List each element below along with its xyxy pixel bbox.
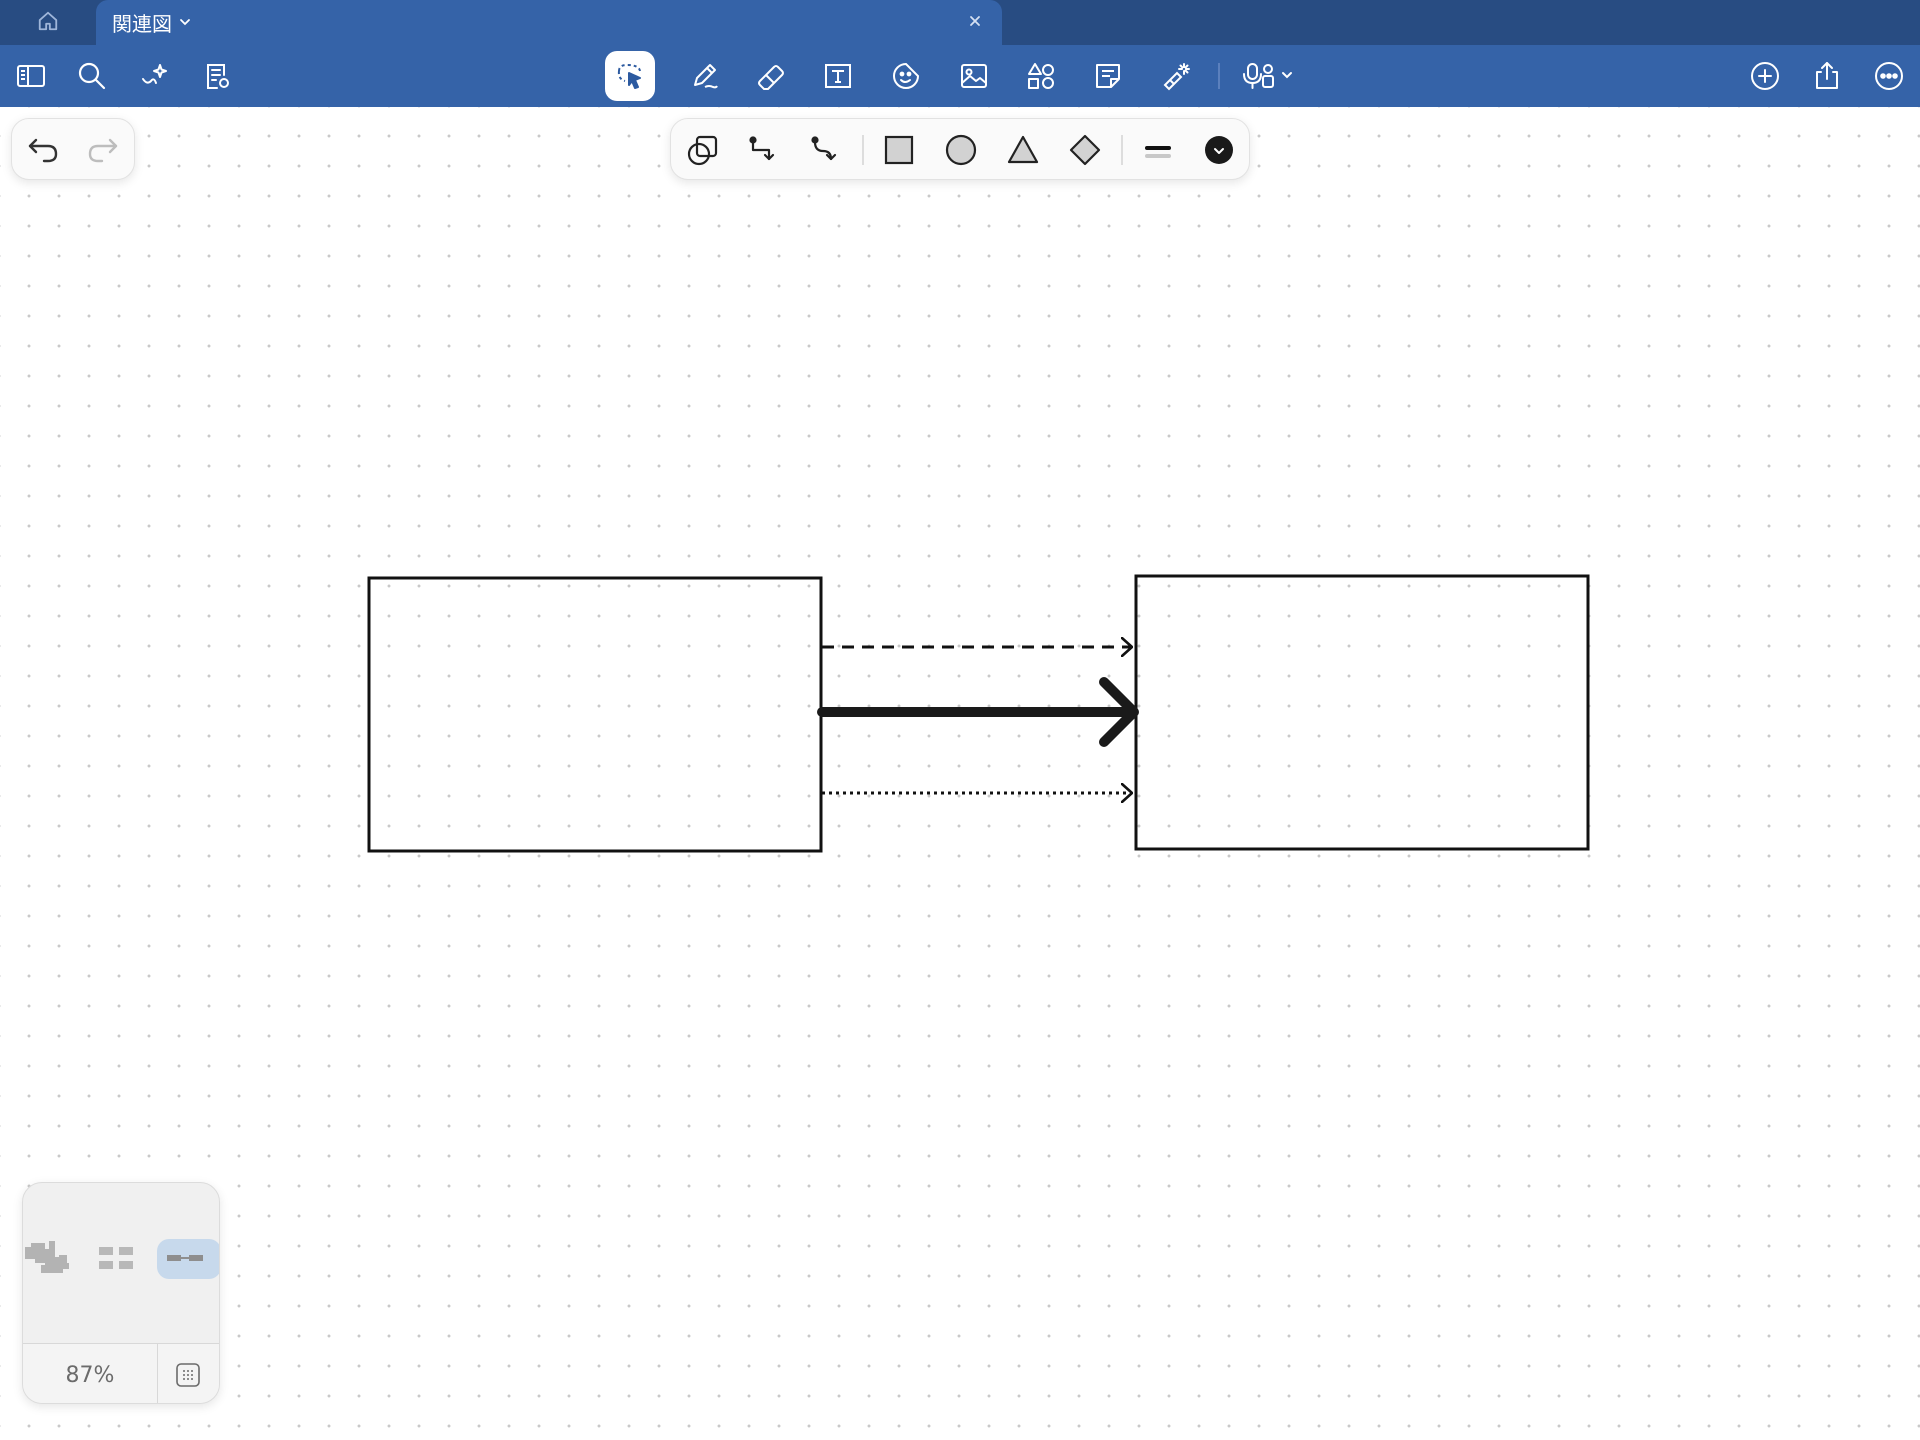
close-tab-button[interactable] xyxy=(964,11,986,33)
toolbar-divider xyxy=(1218,63,1220,89)
shape-recognition-icon xyxy=(687,135,718,166)
color-picker-icon xyxy=(1205,136,1233,164)
close-icon xyxy=(968,13,982,32)
grid-toggle-icon xyxy=(176,1363,200,1387)
right-box[interactable] xyxy=(1134,574,1590,851)
shapes-tool[interactable] xyxy=(1016,51,1066,101)
sticky-note-icon xyxy=(1096,64,1120,88)
line-weight-button[interactable] xyxy=(1133,126,1183,174)
minimap-footer: 87% xyxy=(23,1343,219,1403)
house-icon xyxy=(37,10,59,36)
curved-connector-icon xyxy=(811,136,837,161)
undo-redo-palette xyxy=(11,118,135,180)
document-title-group[interactable]: 関連図 xyxy=(112,9,192,36)
pen-icon xyxy=(694,64,718,89)
triangle-button[interactable] xyxy=(998,126,1048,174)
sidebar-icon xyxy=(17,65,45,87)
share-button[interactable] xyxy=(1802,51,1852,101)
image-icon xyxy=(961,64,987,88)
undo-button[interactable] xyxy=(18,126,68,174)
page-minimap[interactable]: 87% xyxy=(22,1182,220,1404)
more-icon xyxy=(1875,62,1903,90)
share-icon xyxy=(1816,62,1838,89)
rectangle-icon xyxy=(884,135,914,165)
diamond-icon xyxy=(1069,134,1101,166)
lasso-select-tool[interactable] xyxy=(605,51,655,101)
diamond-button[interactable] xyxy=(1060,126,1110,174)
minimap-thumbnail xyxy=(25,1239,219,1279)
palette-divider xyxy=(1121,135,1123,165)
laser-pointer-icon xyxy=(1163,63,1190,91)
ai-button[interactable] xyxy=(130,51,180,101)
document-tab[interactable]: 関連図 xyxy=(96,0,1002,45)
laser-pointer-tool[interactable] xyxy=(1151,51,1201,101)
redo-button[interactable] xyxy=(78,126,128,174)
curved-connector-button[interactable] xyxy=(801,126,851,174)
home-button[interactable] xyxy=(0,0,96,45)
diagram-canvas xyxy=(367,574,1590,853)
audio-recording-button[interactable] xyxy=(1232,51,1304,101)
redo-icon xyxy=(88,138,118,163)
pen-tool[interactable] xyxy=(679,51,729,101)
triangle-icon xyxy=(1007,135,1039,164)
minimap-divider xyxy=(157,1344,158,1403)
eraser-icon xyxy=(758,65,784,90)
shape-recognition-button[interactable] xyxy=(678,126,728,174)
main-toolbar xyxy=(0,45,1920,107)
shape-palette xyxy=(670,118,1250,180)
page-settings-icon xyxy=(207,64,229,89)
document-title: 関連図 xyxy=(112,11,172,36)
add-page-icon xyxy=(1751,62,1779,90)
more-options-button[interactable] xyxy=(1864,51,1914,101)
sticky-note-tool[interactable] xyxy=(1083,51,1133,101)
undo-icon xyxy=(28,138,58,163)
shapes-icon xyxy=(1028,63,1054,89)
chevron-down-icon xyxy=(178,10,192,34)
text-box-icon xyxy=(825,64,851,88)
zoom-level[interactable]: 87% xyxy=(23,1344,157,1403)
palette-divider xyxy=(862,135,864,165)
eraser-tool[interactable] xyxy=(746,51,796,101)
microphone-icon xyxy=(1243,63,1292,89)
sticker-tool[interactable] xyxy=(881,51,931,101)
sidebar-button[interactable] xyxy=(6,51,56,101)
thick-arrow[interactable] xyxy=(817,677,1139,747)
image-tool[interactable] xyxy=(949,51,999,101)
color-picker-button[interactable] xyxy=(1194,126,1244,174)
rectangle-button[interactable] xyxy=(874,126,924,174)
line-weight-icon xyxy=(1145,146,1171,158)
page-settings-button[interactable] xyxy=(192,51,242,101)
add-page-button[interactable] xyxy=(1740,51,1790,101)
ai-sparkle-icon xyxy=(142,64,167,84)
minimap-preview[interactable] xyxy=(23,1183,219,1343)
circle-button[interactable] xyxy=(936,126,986,174)
search-icon xyxy=(78,62,106,90)
text-tool[interactable] xyxy=(813,51,863,101)
left-box[interactable] xyxy=(367,576,823,853)
grid-toggle-button[interactable] xyxy=(173,1360,203,1390)
title-bar: 関連図 xyxy=(0,0,1920,45)
circle-icon xyxy=(945,134,977,166)
sticker-icon xyxy=(893,62,920,89)
elbow-connector-button[interactable] xyxy=(739,126,789,174)
lasso-select-icon xyxy=(617,64,641,89)
search-button[interactable] xyxy=(67,51,117,101)
elbow-connector-icon xyxy=(749,136,775,161)
